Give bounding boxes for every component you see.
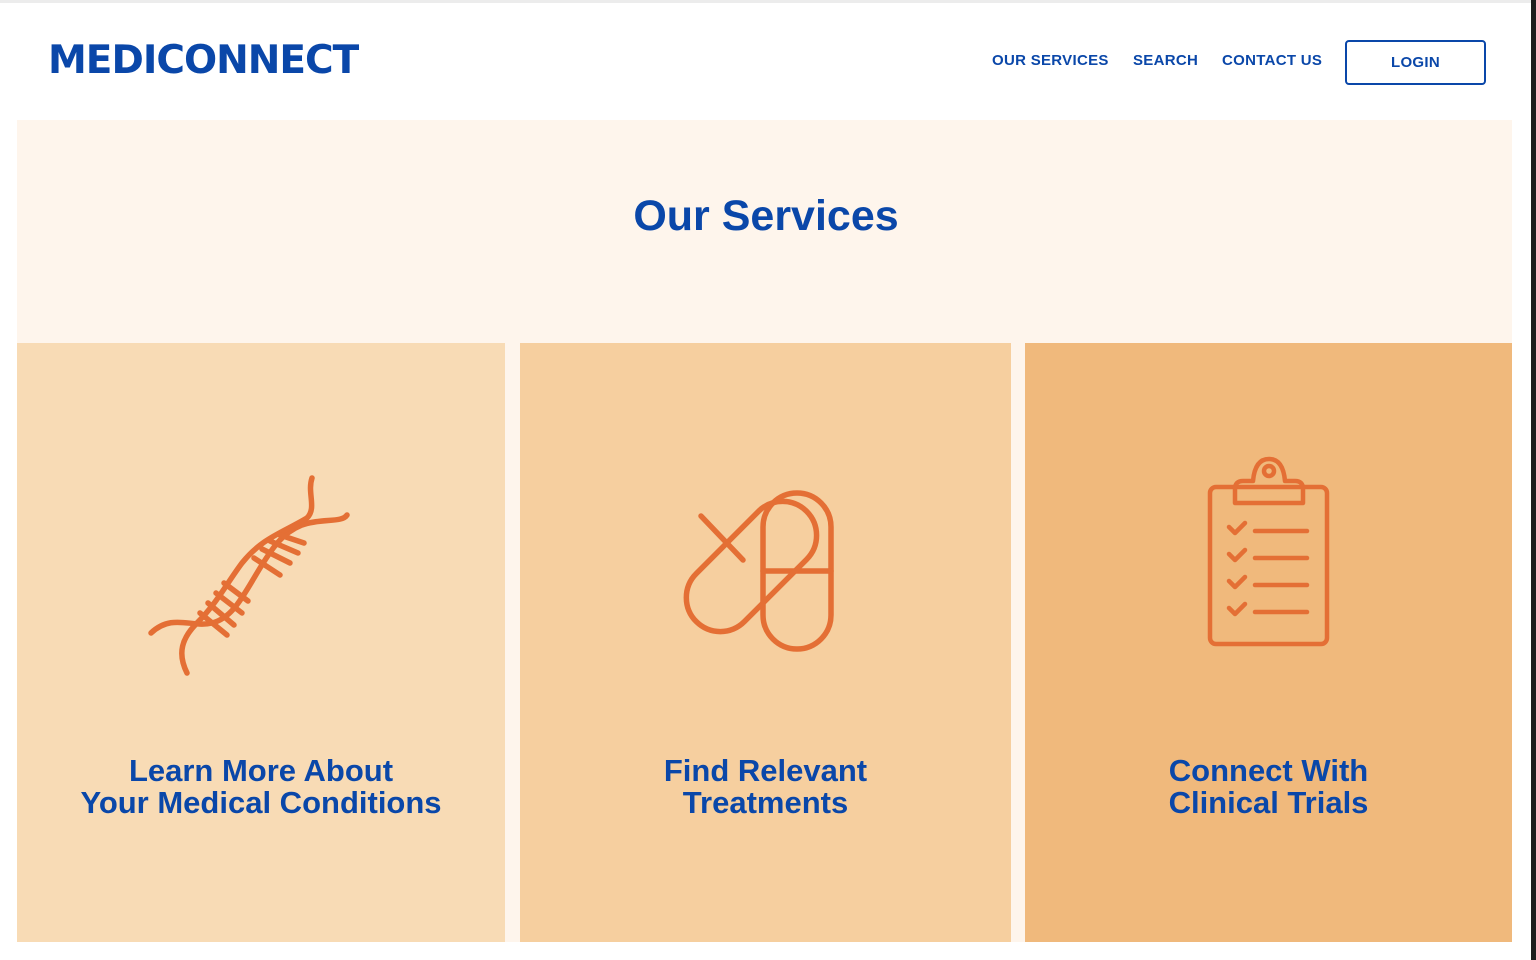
logo[interactable]: MEDICONNECT: [48, 38, 359, 84]
service-card-clinical-trials[interactable]: Connect With Clinical Trials: [1025, 343, 1512, 942]
card-title-line1: Find Relevant: [663, 753, 868, 788]
pills-icon: [683, 490, 834, 652]
card-title-line2: Clinical Trials: [1168, 785, 1369, 820]
card-title-line2: Treatments: [682, 785, 849, 820]
service-card-treatments[interactable]: Find Relevant Treatments: [520, 343, 1011, 942]
window-edge: [1531, 0, 1536, 960]
service-card-medical-conditions[interactable]: Learn More About Your Medical Conditions: [17, 343, 505, 942]
section-title: Our Services: [633, 192, 899, 240]
nav-search[interactable]: SEARCH: [1133, 52, 1198, 69]
top-border: [0, 0, 1536, 3]
nav-contact-us[interactable]: CONTACT US: [1222, 52, 1322, 69]
card-title-line1: Learn More About: [128, 753, 394, 788]
card-title: Find Relevant Treatments: [520, 755, 1011, 819]
card-title-line1: Connect With: [1168, 753, 1369, 788]
card-title: Connect With Clinical Trials: [1025, 755, 1512, 819]
card-title: Learn More About Your Medical Conditions: [17, 755, 505, 819]
clipboard-checklist-icon: [1207, 456, 1330, 647]
dna-icon: [148, 475, 350, 676]
nav-our-services[interactable]: OUR SERVICES: [992, 52, 1109, 69]
login-button[interactable]: LOGIN: [1345, 40, 1486, 85]
card-title-line2: Your Medical Conditions: [80, 785, 442, 820]
